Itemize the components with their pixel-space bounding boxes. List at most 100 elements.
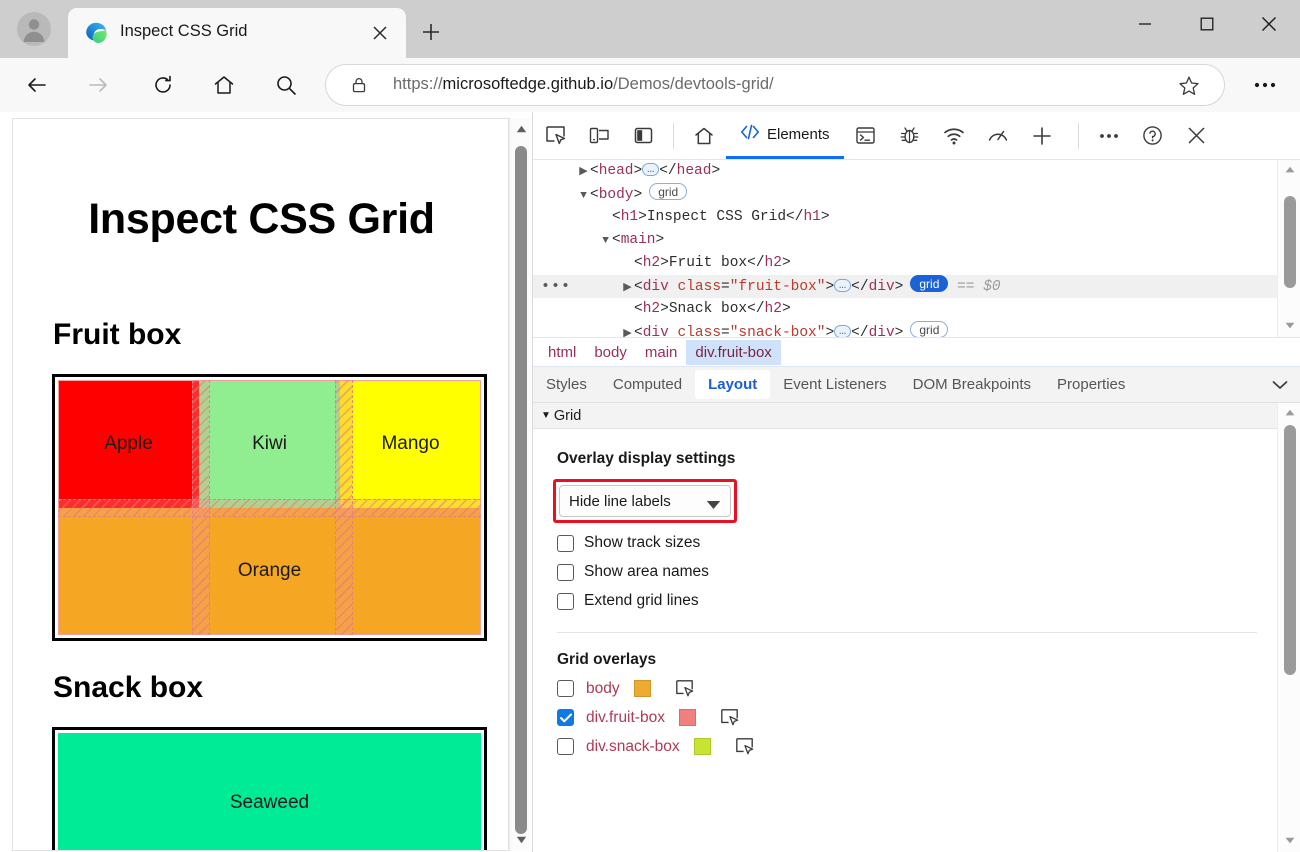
grid-section-header[interactable]: ▼ Grid [533, 403, 1277, 429]
layout-scroll-up-icon[interactable] [1278, 403, 1300, 421]
help-circle-icon[interactable] [1131, 114, 1175, 158]
tab-close-icon[interactable] [368, 21, 392, 45]
breadcrumb[interactable]: html body main div.fruit-box [533, 337, 1300, 367]
breadcrumb-item-main[interactable]: main [636, 340, 687, 365]
scroll-down-arrow-icon[interactable] [510, 829, 532, 851]
maximize-button[interactable] [1176, 0, 1238, 48]
lock-icon[interactable] [350, 76, 370, 96]
profile-avatar-icon[interactable] [12, 7, 56, 51]
address-bar[interactable]: https://microsoftedge.github.io/Demos/de… [325, 64, 1225, 106]
tab-elements[interactable]: Elements [726, 113, 844, 159]
checkbox-row[interactable]: Show track sizes [557, 534, 1277, 552]
dom-tree[interactable]: ▶ <head>… </head> ▼ <body> grid <h1>Inspect CS… [533, 160, 1277, 337]
tab-computed[interactable]: Computed [600, 367, 695, 402]
overlay-color-swatch[interactable] [633, 680, 651, 697]
twisty-collapsed-icon[interactable]: ▶ [621, 277, 634, 300]
layout-scrollbar-thumb[interactable] [1284, 425, 1296, 675]
checkbox-show-area-names[interactable] [557, 563, 574, 581]
checkbox-extend-grid-lines[interactable] [557, 592, 574, 610]
device-emulation-icon[interactable] [577, 114, 621, 158]
twisty-collapsed-icon[interactable]: ▶ [621, 323, 634, 337]
tab-event-listeners[interactable]: Event Listeners [770, 367, 899, 402]
dom-tree-row[interactable]: ▼ <main> [533, 229, 1277, 252]
star-icon[interactable] [1178, 75, 1200, 97]
debugger-bug-icon[interactable] [888, 114, 932, 158]
checkbox-row[interactable]: Show area names [557, 563, 1277, 581]
overlay-name[interactable]: body [586, 680, 620, 698]
dom-tree-row[interactable]: <h2>Snack box</h2> [533, 298, 1277, 321]
tab-properties[interactable]: Properties [1044, 367, 1138, 402]
close-window-button[interactable] [1238, 0, 1300, 48]
url-text[interactable]: https://microsoftedge.github.io/Demos/de… [393, 75, 774, 94]
back-button[interactable] [19, 67, 55, 103]
page-scrollbar[interactable] [509, 118, 531, 851]
grid-overlay-row[interactable]: div.snack-box [557, 737, 1277, 756]
twisty-expanded-icon[interactable]: ▼ [599, 230, 612, 253]
browser-more-button[interactable] [1250, 73, 1280, 97]
grid-badge[interactable]: grid [649, 183, 688, 200]
performance-gauge-icon[interactable] [976, 114, 1020, 158]
overlay-name[interactable]: div.snack-box [586, 738, 680, 756]
devtools-panel-tabs[interactable]: Styles Computed Layout Event Listeners DOM B… [533, 367, 1300, 403]
row-more-icon[interactable]: ••• [541, 275, 571, 298]
grid-badge[interactable]: grid [910, 321, 949, 337]
breadcrumb-item-html[interactable]: html [539, 340, 585, 365]
dom-scroll-up-icon[interactable] [1278, 160, 1300, 178]
tab-layout[interactable]: Layout [695, 370, 771, 399]
overlay-color-swatch[interactable] [678, 709, 696, 726]
reload-button[interactable] [145, 67, 181, 103]
expand-contents-icon[interactable]: … [642, 163, 660, 176]
page-scrollbar-thumb[interactable] [515, 146, 527, 834]
overlay-name[interactable]: div.fruit-box [586, 709, 665, 727]
dom-tree-scrollbar[interactable] [1277, 160, 1300, 337]
console-icon[interactable] [844, 114, 888, 158]
grid-badge[interactable]: grid [910, 275, 949, 292]
overlay-checkbox-body[interactable] [557, 680, 574, 697]
checkbox-show-track-sizes[interactable] [557, 534, 574, 552]
panel-tabs-more-icon[interactable] [1259, 367, 1300, 402]
breadcrumb-item-body[interactable]: body [585, 340, 636, 365]
search-icon[interactable] [268, 67, 304, 103]
dom-tree-row[interactable]: ▼ <body> grid [533, 183, 1277, 206]
overlay-reveal-element-icon[interactable] [735, 737, 754, 756]
devtools-home-icon[interactable] [682, 114, 726, 158]
devtools-close-button[interactable] [1175, 114, 1219, 158]
dom-scroll-down-icon[interactable] [1278, 316, 1300, 334]
tab-styles[interactable]: Styles [533, 367, 600, 402]
grid-overlay-row[interactable]: body [557, 679, 1277, 698]
grid-overlay-row[interactable]: div.fruit-box [557, 708, 1277, 727]
checkbox-row[interactable]: Extend grid lines [557, 592, 1277, 610]
scroll-up-arrow-icon[interactable] [510, 118, 532, 140]
overlay-reveal-element-icon[interactable] [675, 679, 694, 698]
layout-scroll-down-icon[interactable] [1278, 831, 1300, 849]
minimize-button[interactable] [1114, 0, 1176, 48]
line-labels-select[interactable]: Hide line labels [559, 485, 731, 517]
overlay-checkbox-div-fruit-box[interactable] [557, 709, 574, 726]
dom-tree-row[interactable]: ▶ <div class="snack-box">… </div> grid [533, 321, 1277, 337]
new-tab-button[interactable] [416, 17, 446, 47]
dom-scrollbar-thumb[interactable] [1284, 196, 1296, 288]
expand-contents-icon[interactable]: … [834, 325, 852, 337]
browser-tab[interactable]: Inspect CSS Grid [68, 8, 406, 58]
overlay-reveal-element-icon[interactable] [720, 708, 739, 727]
dom-tree-row[interactable]: ••• ▶ <div class="fruit-box">… </div> grid =… [533, 275, 1277, 298]
home-button[interactable] [206, 67, 242, 103]
dom-tree-row[interactable]: <h2>Fruit box</h2> [533, 252, 1277, 275]
overlay-checkbox-div-snack-box[interactable] [557, 738, 574, 755]
dom-token: < [612, 209, 621, 225]
tab-dom-breakpoints[interactable]: DOM Breakpoints [900, 367, 1044, 402]
breadcrumb-item-div-fruit-box[interactable]: div.fruit-box [686, 339, 781, 365]
fruit-box-container: Apple Kiwi Mango Orange [52, 374, 487, 641]
add-tool-button[interactable] [1020, 114, 1064, 158]
twisty-collapsed-icon[interactable]: ▶ [577, 161, 590, 184]
dom-tree-row[interactable]: <h1>Inspect CSS Grid</h1> [533, 206, 1277, 229]
dock-side-icon[interactable] [621, 114, 665, 158]
twisty-expanded-icon[interactable]: ▼ [577, 185, 590, 208]
overlay-color-swatch[interactable] [693, 738, 711, 755]
layout-pane-scrollbar[interactable] [1277, 403, 1300, 852]
dom-tree-row[interactable]: ▶ <head>… </head> [533, 160, 1277, 183]
network-wifi-icon[interactable] [932, 114, 976, 158]
inspect-element-icon[interactable] [533, 114, 577, 158]
expand-contents-icon[interactable]: … [834, 279, 852, 292]
devtools-more-button[interactable] [1087, 114, 1131, 158]
